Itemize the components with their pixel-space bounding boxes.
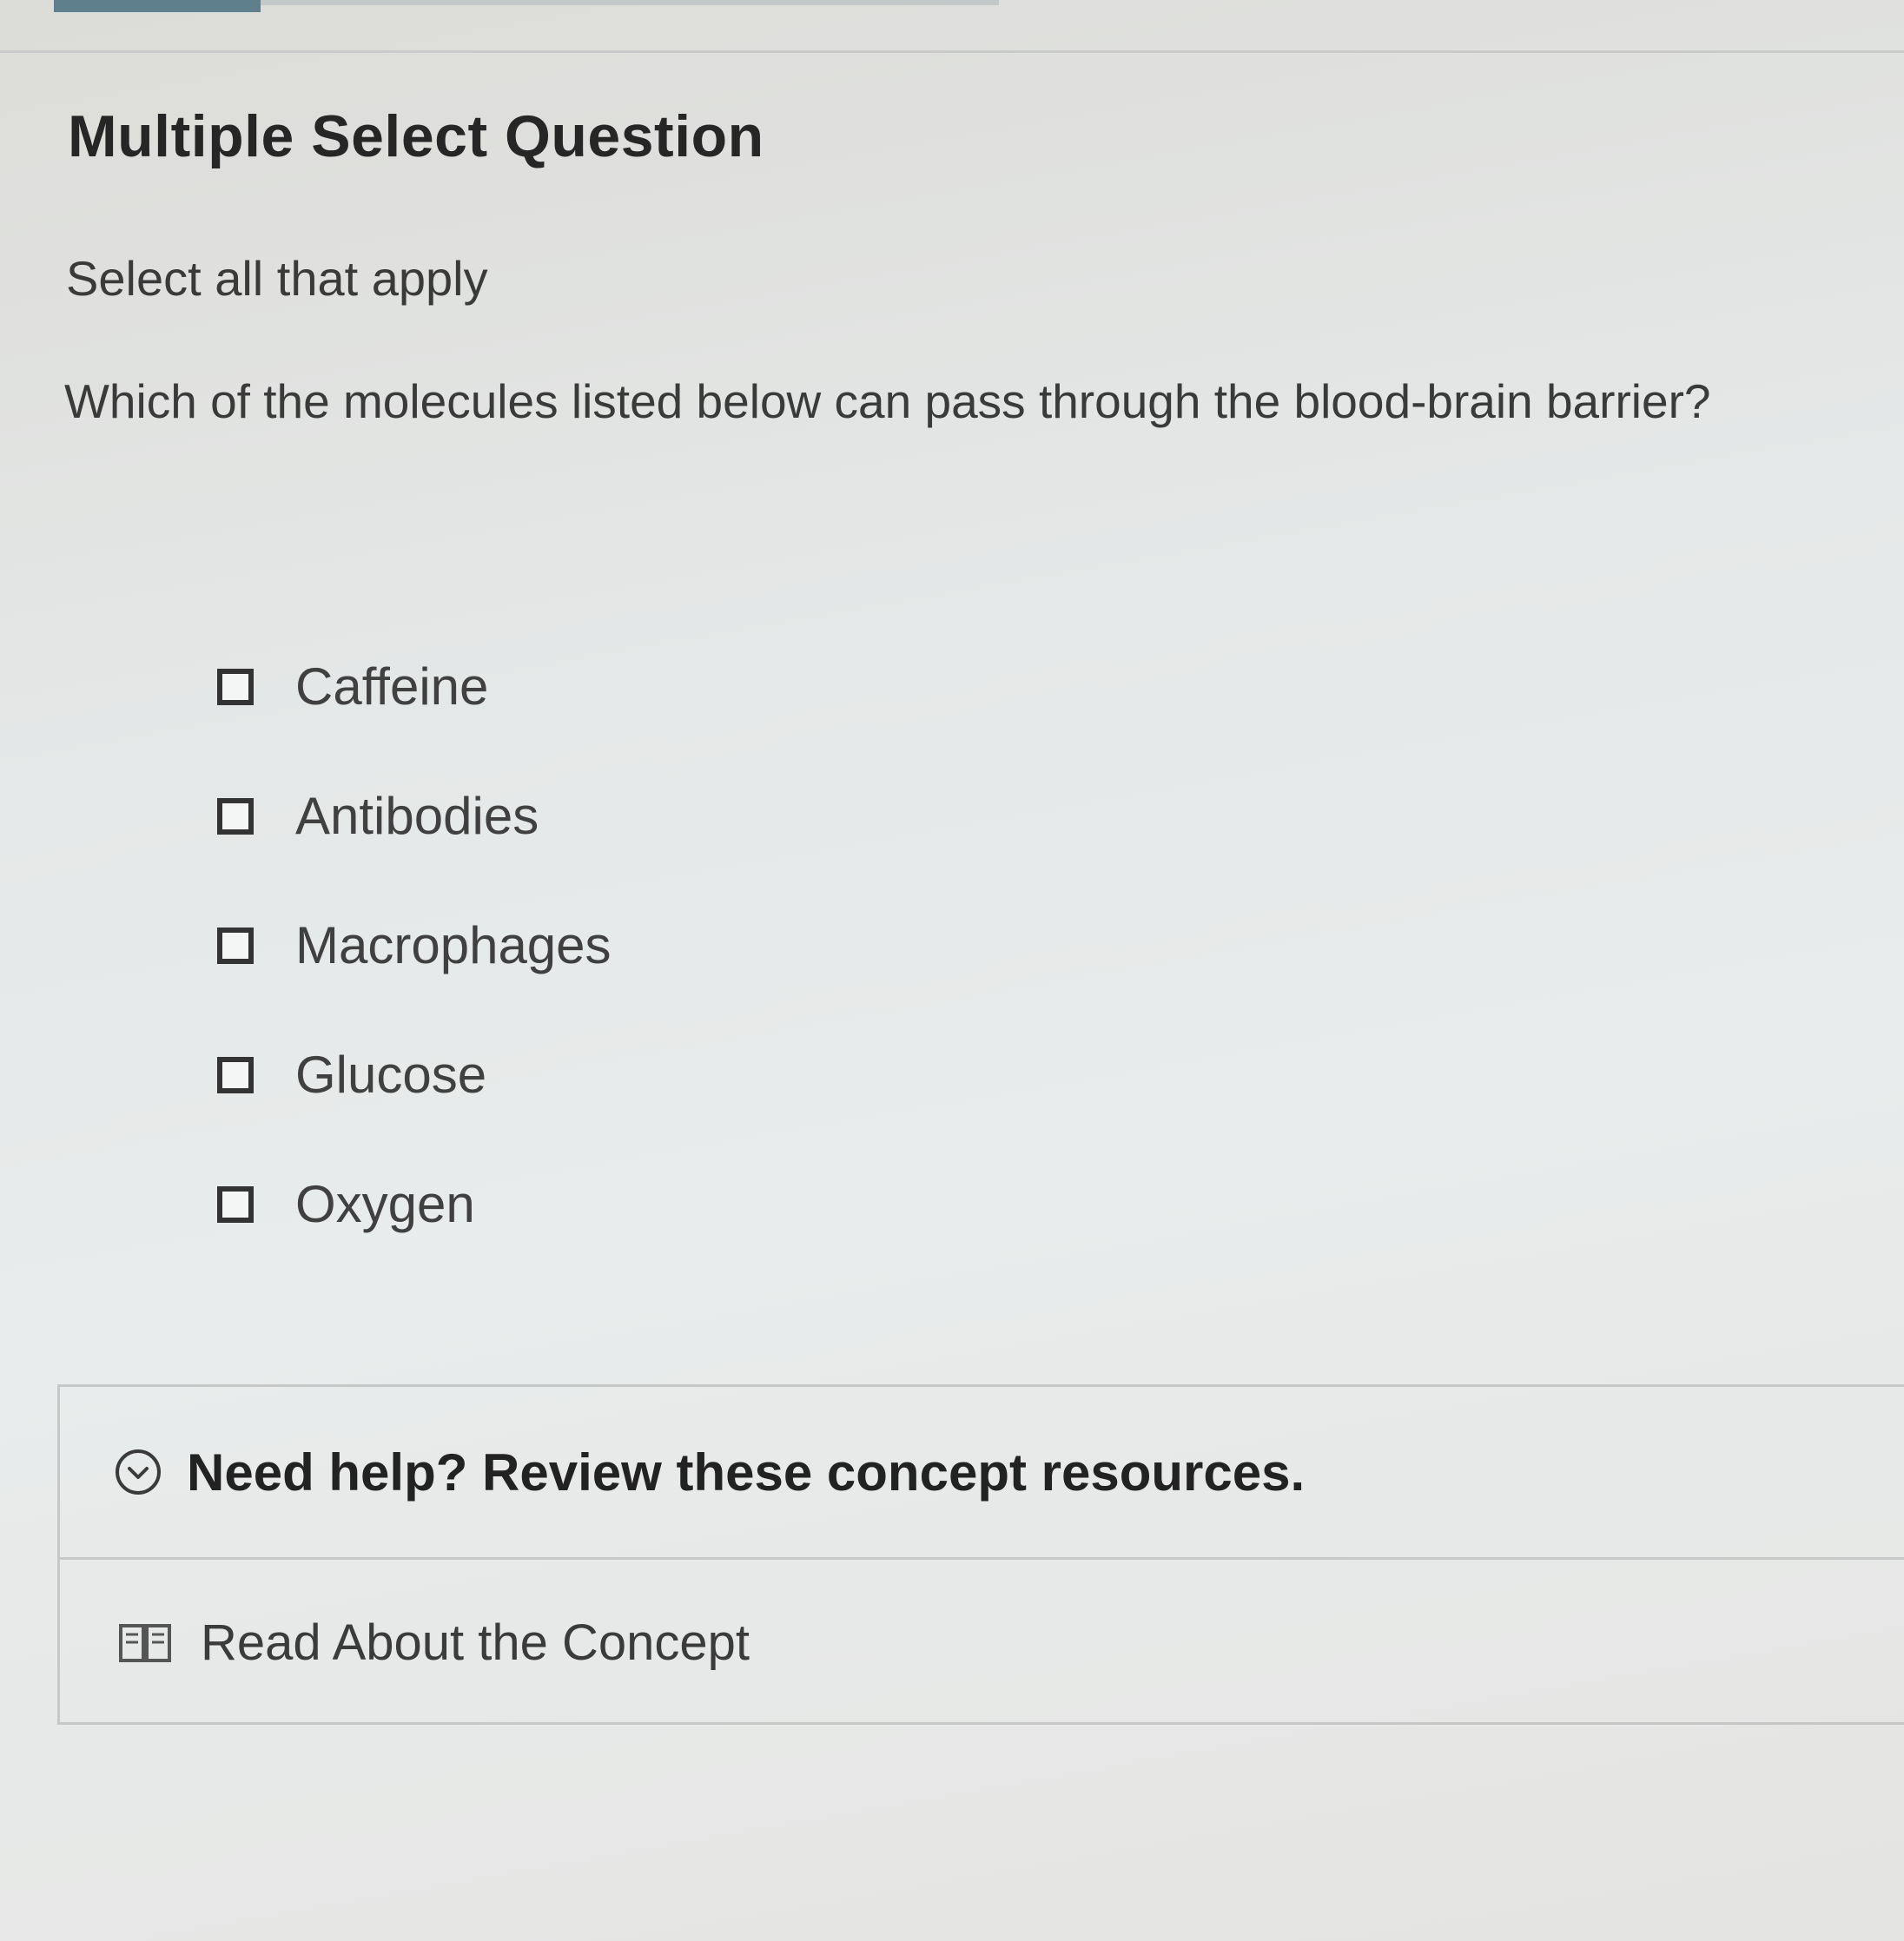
answer-options: Caffeine Antibodies Macrophages Glucose … (217, 622, 1259, 1269)
option-checkbox[interactable] (217, 797, 254, 835)
option-label[interactable]: Antibodies (295, 786, 539, 846)
tab-divider (261, 0, 999, 5)
option-checkbox[interactable] (217, 1056, 254, 1093)
option-checkbox[interactable] (217, 1185, 254, 1223)
option-label[interactable]: Macrophages (295, 915, 612, 975)
option-glucose[interactable]: Glucose (217, 1010, 1259, 1139)
question-instruction: Select all that apply (66, 251, 488, 306)
option-antibodies[interactable]: Antibodies (217, 751, 1259, 881)
option-caffeine[interactable]: Caffeine (217, 622, 1259, 751)
option-macrophages[interactable]: Macrophages (217, 881, 1259, 1010)
question-type-heading: Multiple Select Question (68, 103, 764, 169)
concept-resources-toggle[interactable]: Need help? Review these concept resource… (60, 1387, 1904, 1560)
option-label[interactable]: Oxygen (295, 1174, 475, 1234)
concept-resources-toggle-label[interactable]: Need help? Review these concept resource… (187, 1443, 1305, 1502)
question-prompt: Which of the molecules listed below can … (64, 374, 1711, 428)
option-label[interactable]: Caffeine (295, 657, 488, 716)
option-label[interactable]: Glucose (295, 1045, 486, 1105)
top-bar (0, 0, 1904, 53)
book-icon (119, 1624, 171, 1662)
option-checkbox[interactable] (217, 668, 254, 705)
chevron-down-circle-icon[interactable] (114, 1448, 162, 1496)
read-about-concept-link[interactable]: Read About the Concept (60, 1560, 1904, 1725)
concept-resources-panel: Need help? Review these concept resource… (57, 1384, 1904, 1725)
read-about-concept-label[interactable]: Read About the Concept (201, 1614, 750, 1672)
option-oxygen[interactable]: Oxygen (217, 1139, 1259, 1269)
active-tab-indicator (54, 0, 261, 12)
option-checkbox[interactable] (217, 927, 254, 964)
